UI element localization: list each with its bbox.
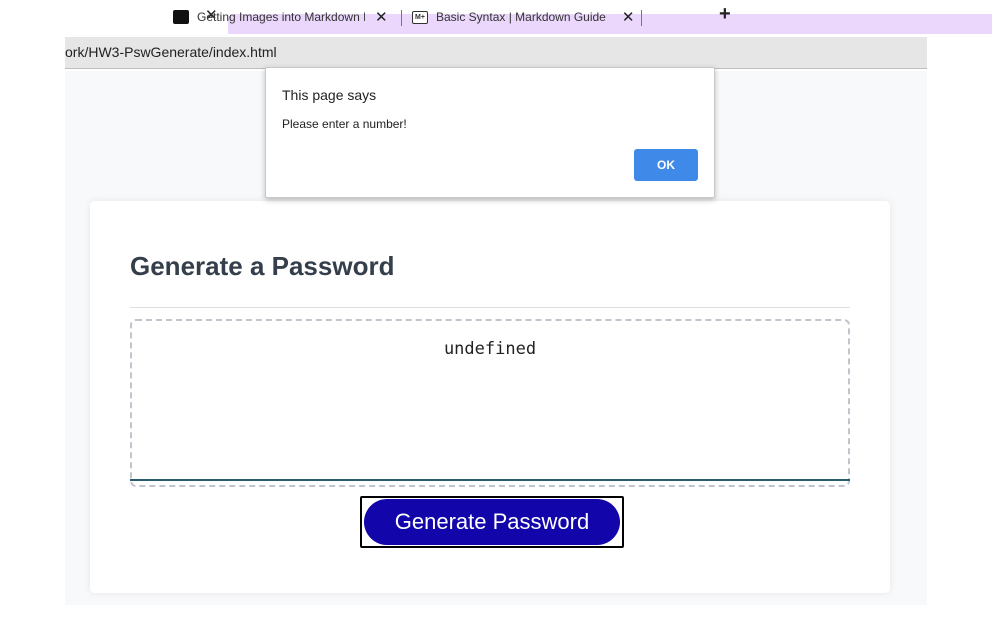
tab-separator bbox=[641, 10, 642, 26]
alert-dialog: This page says Please enter a number! OK bbox=[265, 67, 715, 198]
generate-password-button[interactable]: Generate Password bbox=[360, 496, 624, 548]
tab-title: Basic Syntax | Markdown Guide bbox=[436, 10, 606, 24]
password-card: Generate a Password undefined Generate P… bbox=[90, 201, 890, 593]
browser-tabstrip: ✕ Getting Images into Markdown D ✕ M+ Ba… bbox=[65, 0, 992, 37]
ok-button[interactable]: OK bbox=[634, 149, 698, 181]
github-icon bbox=[173, 10, 189, 24]
markdown-icon: M+ bbox=[412, 10, 428, 24]
dialog-title: This page says bbox=[282, 87, 377, 103]
password-output[interactable]: undefined bbox=[130, 319, 850, 487]
footer-divider bbox=[130, 479, 850, 481]
dialog-message: Please enter a number! bbox=[282, 117, 407, 131]
url-text: ork/HW3-PswGenerate/index.html bbox=[65, 44, 277, 60]
close-tab-icon[interactable]: ✕ bbox=[375, 8, 388, 26]
generate-password-label: Generate Password bbox=[364, 499, 620, 545]
tab-title: Getting Images into Markdown D bbox=[197, 10, 365, 24]
page-title: Generate a Password bbox=[130, 251, 395, 281]
tab-separator bbox=[401, 10, 402, 26]
tab-basic-syntax[interactable]: M+ Basic Syntax | Markdown Guide ✕ bbox=[412, 7, 634, 27]
new-tab-icon[interactable]: + bbox=[719, 3, 731, 26]
address-bar[interactable]: ork/HW3-PswGenerate/index.html bbox=[65, 37, 927, 69]
header-divider bbox=[130, 307, 850, 308]
tab-getting-images[interactable]: Getting Images into Markdown D ✕ bbox=[173, 7, 388, 27]
close-tab-icon[interactable]: ✕ bbox=[622, 8, 635, 26]
